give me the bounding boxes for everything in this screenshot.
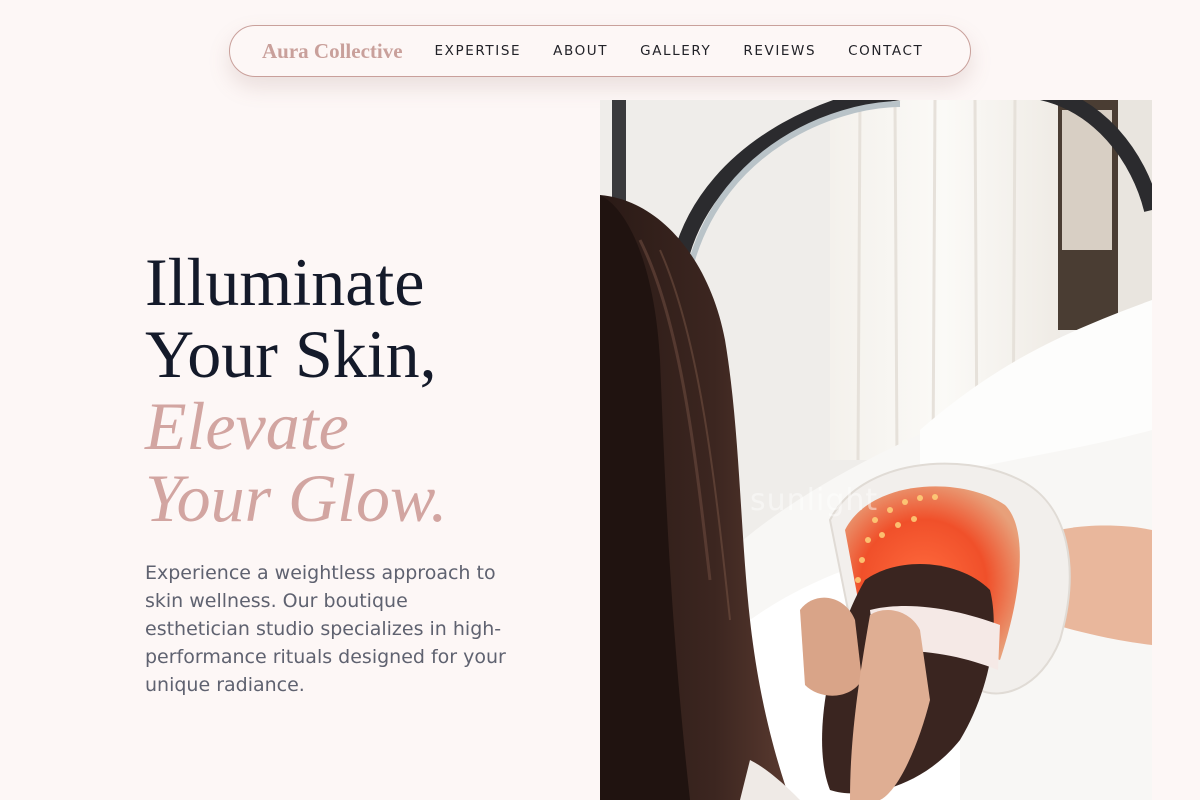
hero-description: Experience a weightless approach to skin… [145, 562, 506, 696]
nav-link-gallery[interactable]: GALLERY [640, 43, 711, 59]
nav-link-about[interactable]: ABOUT [553, 43, 608, 59]
hero-title: Illuminate Your Skin, Elevate Your Glow. [145, 246, 447, 534]
brand-logo[interactable]: Aura Collective [262, 39, 403, 64]
hero-photo: sunlight [600, 100, 1152, 800]
hero-accent-line-1: Elevate [145, 388, 349, 464]
nav-link-expertise[interactable]: EXPERTISE [435, 43, 522, 59]
nav-bar: Aura Collective EXPERTISE ABOUT GALLERY … [229, 25, 971, 77]
nav-links: EXPERTISE ABOUT GALLERY REVIEWS CONTACT [435, 43, 956, 59]
hero-title-line-1: Illuminate [145, 244, 425, 320]
image-watermark: sunlight [750, 483, 879, 518]
nav-link-contact[interactable]: CONTACT [848, 43, 923, 59]
hero-title-line-2: Your Skin, [145, 316, 437, 392]
facial-treatment-illustration [600, 100, 1152, 800]
nav-link-reviews[interactable]: REVIEWS [743, 43, 816, 59]
hero-accent-line-2: Your Glow. [145, 460, 448, 536]
